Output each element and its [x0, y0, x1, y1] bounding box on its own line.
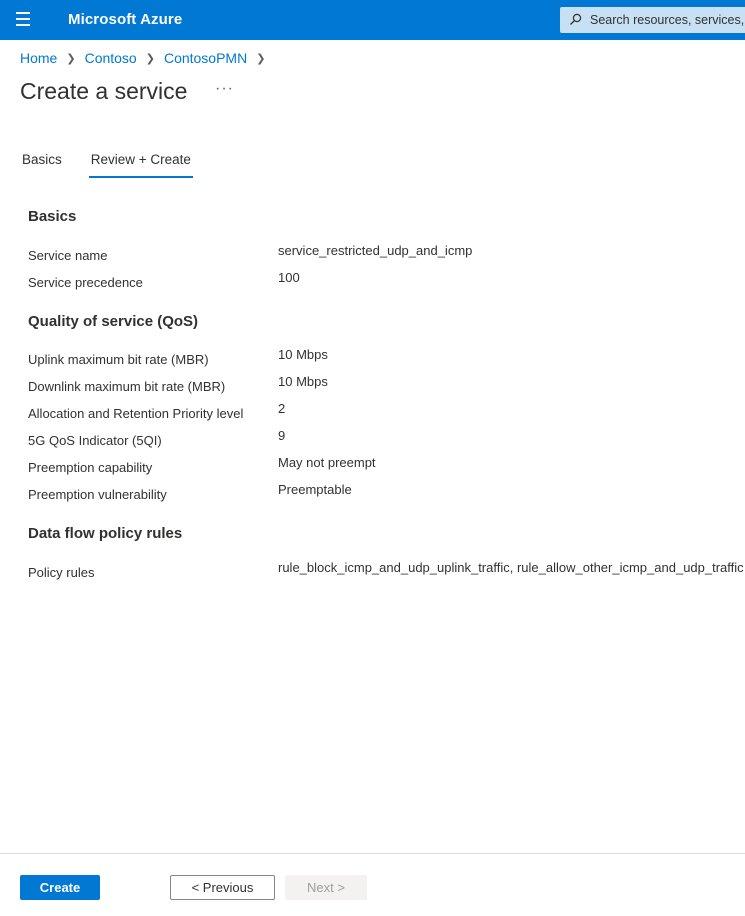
breadcrumb-contosopmn[interactable]: ContosoPMN [164, 50, 247, 66]
label-5qi: 5G QoS Indicator (5QI) [28, 433, 162, 448]
create-button[interactable]: Create [20, 875, 100, 900]
more-options-icon[interactable]: ··· [215, 80, 234, 98]
section-heading-qos: Quality of service (QoS) [28, 313, 199, 330]
breadcrumb-home[interactable]: Home [20, 50, 57, 66]
label-policy-rules: Policy rules [28, 565, 95, 580]
search-input[interactable]: Search resources, services, and docs (G+… [590, 13, 745, 27]
value-5qi: 9 [278, 428, 286, 443]
label-preemption-vulnerability: Preemption vulnerability [28, 487, 167, 502]
label-uplink-mbr: Uplink maximum bit rate (MBR) [28, 352, 209, 367]
breadcrumb-contoso[interactable]: Contoso [85, 50, 137, 66]
page-title: Create a service [20, 78, 188, 104]
tab-review-create[interactable]: Review + Create [88, 152, 193, 178]
value-preemption-vulnerability: Preemptable [278, 482, 352, 497]
section-heading-data-flow: Data flow policy rules [28, 525, 183, 542]
value-service-name: service_restricted_udp_and_icmp [278, 243, 473, 258]
value-arp-level: 2 [278, 401, 286, 416]
footer-divider [0, 853, 745, 854]
top-bar: Microsoft Azure Search resources, servic… [0, 0, 745, 40]
search-box[interactable]: Search resources, services, and docs (G+… [560, 7, 745, 33]
next-button: Next > [285, 875, 367, 900]
value-uplink-mbr: 10 Mbps [278, 347, 328, 362]
hamburger-icon[interactable] [14, 12, 32, 28]
tab-basics[interactable]: Basics [22, 152, 62, 178]
previous-button[interactable]: < Previous [170, 875, 275, 900]
value-service-precedence: 100 [278, 270, 300, 285]
label-service-precedence: Service precedence [28, 275, 143, 290]
label-preemption-capability: Preemption capability [28, 460, 153, 475]
chevron-right-icon: ❯ [66, 52, 76, 65]
chevron-right-icon: ❯ [145, 52, 155, 65]
portal-title[interactable]: Microsoft Azure [68, 11, 182, 28]
label-service-name: Service name [28, 248, 108, 263]
section-heading-basics: Basics [28, 208, 77, 225]
label-downlink-mbr: Downlink maximum bit rate (MBR) [28, 379, 226, 394]
value-policy-rules: rule_block_icmp_and_udp_uplink_traffic, … [278, 560, 744, 575]
search-icon [570, 13, 582, 25]
chevron-right-icon: ❯ [256, 52, 266, 65]
label-arp-level: Allocation and Retention Priority level [28, 406, 244, 421]
wizard-tabs: Basics Review + Create [22, 152, 193, 178]
value-preemption-capability: May not preempt [278, 455, 376, 470]
breadcrumb: Home ❯ Contoso ❯ ContosoPMN ❯ [20, 50, 274, 66]
value-downlink-mbr: 10 Mbps [278, 374, 328, 389]
